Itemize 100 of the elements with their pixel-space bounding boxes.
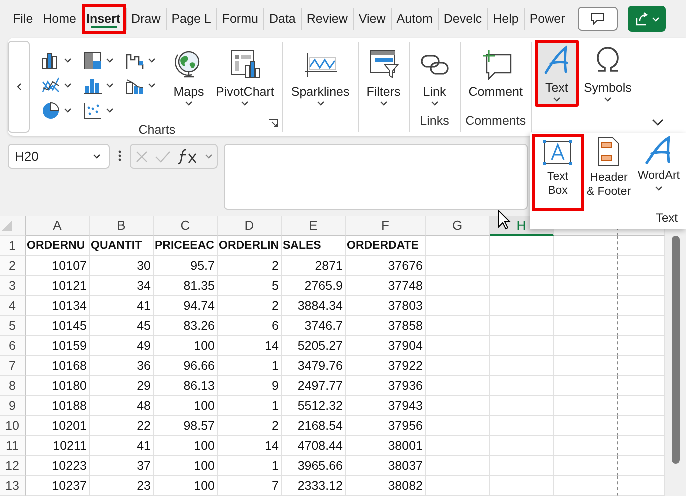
name-box[interactable]: H20 bbox=[8, 144, 110, 169]
column-header[interactable]: G bbox=[426, 216, 490, 236]
table-cell: 1 bbox=[218, 356, 282, 376]
ribbon-button[interactable]: PivotChart bbox=[211, 44, 280, 111]
ribbon-button[interactable]: Maps bbox=[167, 44, 211, 111]
column-header[interactable]: E bbox=[282, 216, 346, 236]
row-header[interactable]: 10 bbox=[0, 416, 26, 436]
ribbon-tab[interactable]: Power bbox=[524, 4, 570, 34]
table-cell: 1 bbox=[218, 456, 282, 476]
share-button[interactable] bbox=[628, 6, 666, 32]
share-icon bbox=[634, 12, 649, 26]
ribbon-button[interactable]: Filters bbox=[362, 44, 406, 111]
table-cell: 10188 bbox=[26, 396, 90, 416]
row-header[interactable]: 5 bbox=[0, 316, 26, 336]
row-header[interactable]: 12 bbox=[0, 456, 26, 476]
row-header[interactable]: 3 bbox=[0, 276, 26, 296]
caret-icon bbox=[64, 108, 72, 113]
table-cell: 100 bbox=[154, 456, 218, 476]
more-options-icon[interactable] bbox=[116, 150, 124, 162]
table-cell: 83.26 bbox=[154, 316, 218, 336]
table-cell: 10223 bbox=[26, 456, 90, 476]
table-cell: 41 bbox=[90, 296, 154, 316]
row-header[interactable]: 11 bbox=[0, 436, 26, 456]
empty-cell bbox=[554, 336, 618, 356]
ribbon-button[interactable]: Sparklines bbox=[286, 44, 355, 111]
row-header[interactable]: 13 bbox=[0, 476, 26, 496]
empty-cell bbox=[490, 356, 554, 376]
table-cell: 29 bbox=[90, 376, 154, 396]
empty-cell bbox=[426, 456, 490, 476]
ribbon-tab[interactable]: Autom bbox=[392, 4, 438, 34]
comments-button[interactable] bbox=[578, 7, 618, 31]
empty-cell bbox=[426, 396, 490, 416]
table-cell: 98.57 bbox=[154, 416, 218, 436]
table-cell: 10211 bbox=[26, 436, 90, 456]
ribbon-tab[interactable]: Help bbox=[488, 4, 524, 34]
ribbon-tab[interactable]: Insert bbox=[82, 4, 126, 34]
table-cell: 100 bbox=[154, 476, 218, 496]
column-header[interactable]: C bbox=[154, 216, 218, 236]
table-cell: 100 bbox=[154, 436, 218, 456]
column-header[interactable]: F bbox=[346, 216, 426, 236]
row-header[interactable]: 9 bbox=[0, 396, 26, 416]
table-cell: 37803 bbox=[346, 296, 426, 316]
ribbon-tab[interactable]: Page L bbox=[166, 4, 216, 34]
table-cell: QUANTIT bbox=[90, 236, 154, 256]
table-cell: 37748 bbox=[346, 276, 426, 296]
column-header[interactable]: A bbox=[26, 216, 90, 236]
table-cell: 3884.34 bbox=[282, 296, 346, 316]
menu-item[interactable]: WordArt bbox=[634, 134, 684, 211]
empty-cell bbox=[554, 256, 618, 276]
table-cell: 5205.27 bbox=[282, 336, 346, 356]
menu-item[interactable]: Header & Footer bbox=[584, 134, 634, 211]
dialog-launcher-icon[interactable] bbox=[269, 119, 278, 128]
formula-input[interactable] bbox=[224, 144, 528, 210]
ribbon-button[interactable]: Link bbox=[412, 44, 457, 111]
row-header[interactable]: 4 bbox=[0, 296, 26, 316]
empty-cell bbox=[554, 436, 618, 456]
scrollbar-thumb[interactable] bbox=[672, 236, 680, 464]
empty-cell bbox=[554, 276, 618, 296]
ribbon-tab[interactable]: File bbox=[8, 4, 38, 34]
filter-icon bbox=[368, 49, 400, 81]
table-cell: 45 bbox=[90, 316, 154, 336]
caret-icon bbox=[64, 58, 72, 63]
sparkline-icon bbox=[304, 50, 338, 80]
table-cell: 5 bbox=[218, 276, 282, 296]
empty-cell bbox=[490, 396, 554, 416]
ribbon-button[interactable]: Symbols bbox=[578, 40, 637, 107]
row-header[interactable]: 8 bbox=[0, 376, 26, 396]
table-cell: 9 bbox=[218, 376, 282, 396]
row-header[interactable]: 6 bbox=[0, 336, 26, 356]
table-cell: 7 bbox=[218, 476, 282, 496]
table-cell: 14 bbox=[218, 336, 282, 356]
ribbon-tab[interactable]: View bbox=[354, 4, 391, 34]
table-cell: ORDERDATE bbox=[346, 236, 426, 256]
ribbon-button[interactable]: Comment bbox=[464, 44, 528, 104]
ribbon-tab[interactable]: Review bbox=[302, 4, 353, 34]
ribbon-tab[interactable]: Home bbox=[38, 4, 82, 34]
row-header[interactable]: 2 bbox=[0, 256, 26, 276]
row-header[interactable]: 7 bbox=[0, 356, 26, 376]
ribbon-tab[interactable]: Data bbox=[264, 4, 301, 34]
table-cell: 37858 bbox=[346, 316, 426, 336]
caret-icon bbox=[93, 154, 101, 159]
mouse-pointer-icon bbox=[498, 210, 511, 230]
table-cell: 49 bbox=[90, 336, 154, 356]
column-header[interactable]: D bbox=[218, 216, 282, 236]
menu-item[interactable]: Text Box bbox=[532, 134, 584, 211]
row-header[interactable]: 1 bbox=[0, 236, 26, 256]
insert-function-icon[interactable] bbox=[177, 148, 199, 164]
column-header[interactable]: B bbox=[90, 216, 154, 236]
scatter-chart-icon bbox=[83, 100, 103, 120]
ribbon-tab[interactable]: Develc bbox=[438, 4, 488, 34]
ribbon-tab[interactable]: Formu bbox=[217, 4, 264, 34]
check-icon[interactable] bbox=[155, 150, 171, 164]
empty-cell bbox=[426, 276, 490, 296]
chevron-down-icon[interactable] bbox=[652, 119, 664, 126]
table-cell: 36 bbox=[90, 356, 154, 376]
ribbon-tab[interactable]: Draw bbox=[126, 4, 166, 34]
empty-cell bbox=[426, 296, 490, 316]
table-cell: 6 bbox=[218, 316, 282, 336]
empty-cell bbox=[426, 376, 490, 396]
ribbon-button[interactable]: Text bbox=[534, 40, 579, 107]
